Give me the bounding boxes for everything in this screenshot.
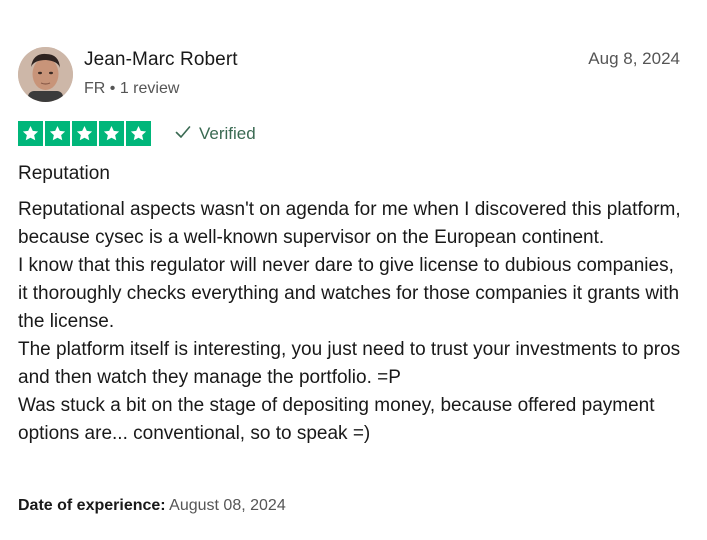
avatar[interactable] [18,47,73,102]
checkmark-icon [175,124,191,144]
date-of-experience: Date of experience: August 08, 2024 [18,497,286,515]
verified-badge[interactable]: Verified [175,124,256,144]
star-icon [72,121,97,146]
review-date: Aug 8, 2024 [588,49,680,68]
review-body: Reputational aspects wasn't on agenda fo… [18,196,683,448]
review-paragraph: The platform itself is interesting, you … [18,339,681,388]
verified-label: Verified [199,124,256,143]
star-icon [126,121,151,146]
review-card: Jean-Marc Robert FR • 1 review Aug 8, 20… [18,0,683,540]
review-paragraph: Reputational aspects wasn't on agenda fo… [18,199,681,248]
date-of-experience-value: August 08, 2024 [169,497,286,514]
star-icon [99,121,124,146]
star-rating [18,121,151,146]
reviewer-name[interactable]: Jean-Marc Robert [84,49,238,71]
star-icon [18,121,43,146]
review-title: Reputation [18,163,110,184]
review-paragraph: Was stuck a bit on the stage of depositi… [18,395,655,444]
review-paragraph: I know that this regulator will never da… [18,255,680,332]
reviewer-meta: FR • 1 review [84,80,180,97]
date-of-experience-label: Date of experience: [18,497,166,514]
star-icon [45,121,70,146]
